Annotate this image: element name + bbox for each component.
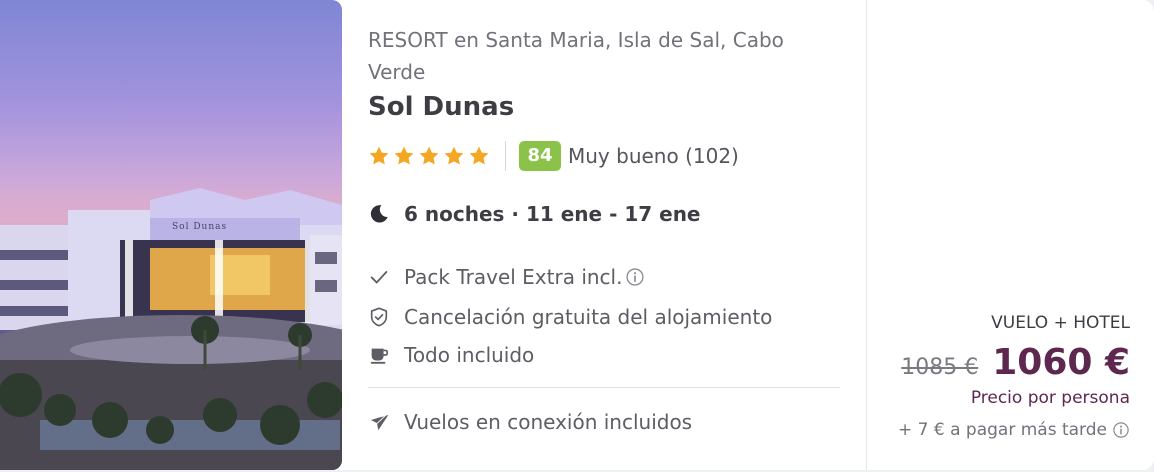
feature-flights: Vuelos en conexión incluidos — [368, 410, 692, 434]
feature-label: Todo incluido — [404, 343, 535, 367]
price-panel[interactable]: VUELO + HOTEL 1085 € 1060 € Precio por p… — [866, 0, 1154, 470]
hotel-photo-illustration — [0, 188, 342, 470]
feature-label: Vuelos en conexión incluidos — [404, 410, 693, 434]
feature-label: Pack Travel Extra incl. — [404, 265, 623, 289]
price-row: 1085 € 1060 € — [901, 342, 1130, 383]
moon-icon — [370, 205, 388, 223]
star-icon — [369, 146, 389, 165]
feature-pack-travel: Pack Travel Extra incl. — [368, 265, 645, 289]
hotel-details: RESORT en Santa Maria, Isla de Sal, Cabo… — [368, 24, 840, 434]
extra-charge-label: + 7 € a pagar más tarde — [898, 420, 1107, 440]
cup-icon — [370, 348, 389, 364]
plane-icon — [370, 412, 389, 431]
old-price: 1085 € — [901, 355, 979, 380]
check-icon — [370, 271, 388, 284]
review-score-badge: 84 — [519, 141, 561, 171]
features-divider — [368, 387, 840, 388]
current-price[interactable]: 1060 € — [992, 342, 1130, 383]
hotel-name[interactable]: Sol Dunas — [368, 89, 840, 125]
hotel-photo-sign: Sol Dunas — [172, 222, 228, 232]
star-icon — [419, 146, 439, 165]
stay-dates-label: 6 noches · 11 ene - 17 ene — [404, 202, 701, 226]
hotel-photo[interactable]: Sol Dunas — [0, 0, 342, 470]
info-icon[interactable] — [625, 267, 645, 287]
hotel-card[interactable]: Sol Dunas RESORT en Santa Maria, Isla de… — [0, 0, 1154, 470]
feature-all-inclusive: Todo incluido — [368, 343, 534, 367]
feature-label: Cancelación gratuita del alojamiento — [404, 305, 773, 329]
star-icon — [469, 146, 489, 165]
stay-dates: 6 noches · 11 ene - 17 ene — [368, 202, 701, 226]
rating-row: 84 Muy bueno (102) — [368, 140, 739, 172]
feature-cancellation: Cancelación gratuita del alojamiento — [368, 305, 772, 329]
star-icon — [444, 146, 464, 165]
info-icon[interactable] — [1112, 421, 1130, 439]
package-type: VUELO + HOTEL — [991, 313, 1130, 333]
price-per-person: Precio por persona — [970, 388, 1130, 408]
star-icon — [394, 146, 414, 165]
hotel-location: RESORT en Santa Maria, Isla de Sal, Cabo… — [368, 28, 784, 84]
extra-charge: + 7 € a pagar más tarde — [898, 420, 1130, 440]
star-rating — [368, 145, 490, 167]
review-score-label[interactable]: Muy bueno (102) — [568, 144, 739, 168]
shield-check-icon — [370, 307, 388, 327]
rating-divider — [505, 141, 506, 171]
